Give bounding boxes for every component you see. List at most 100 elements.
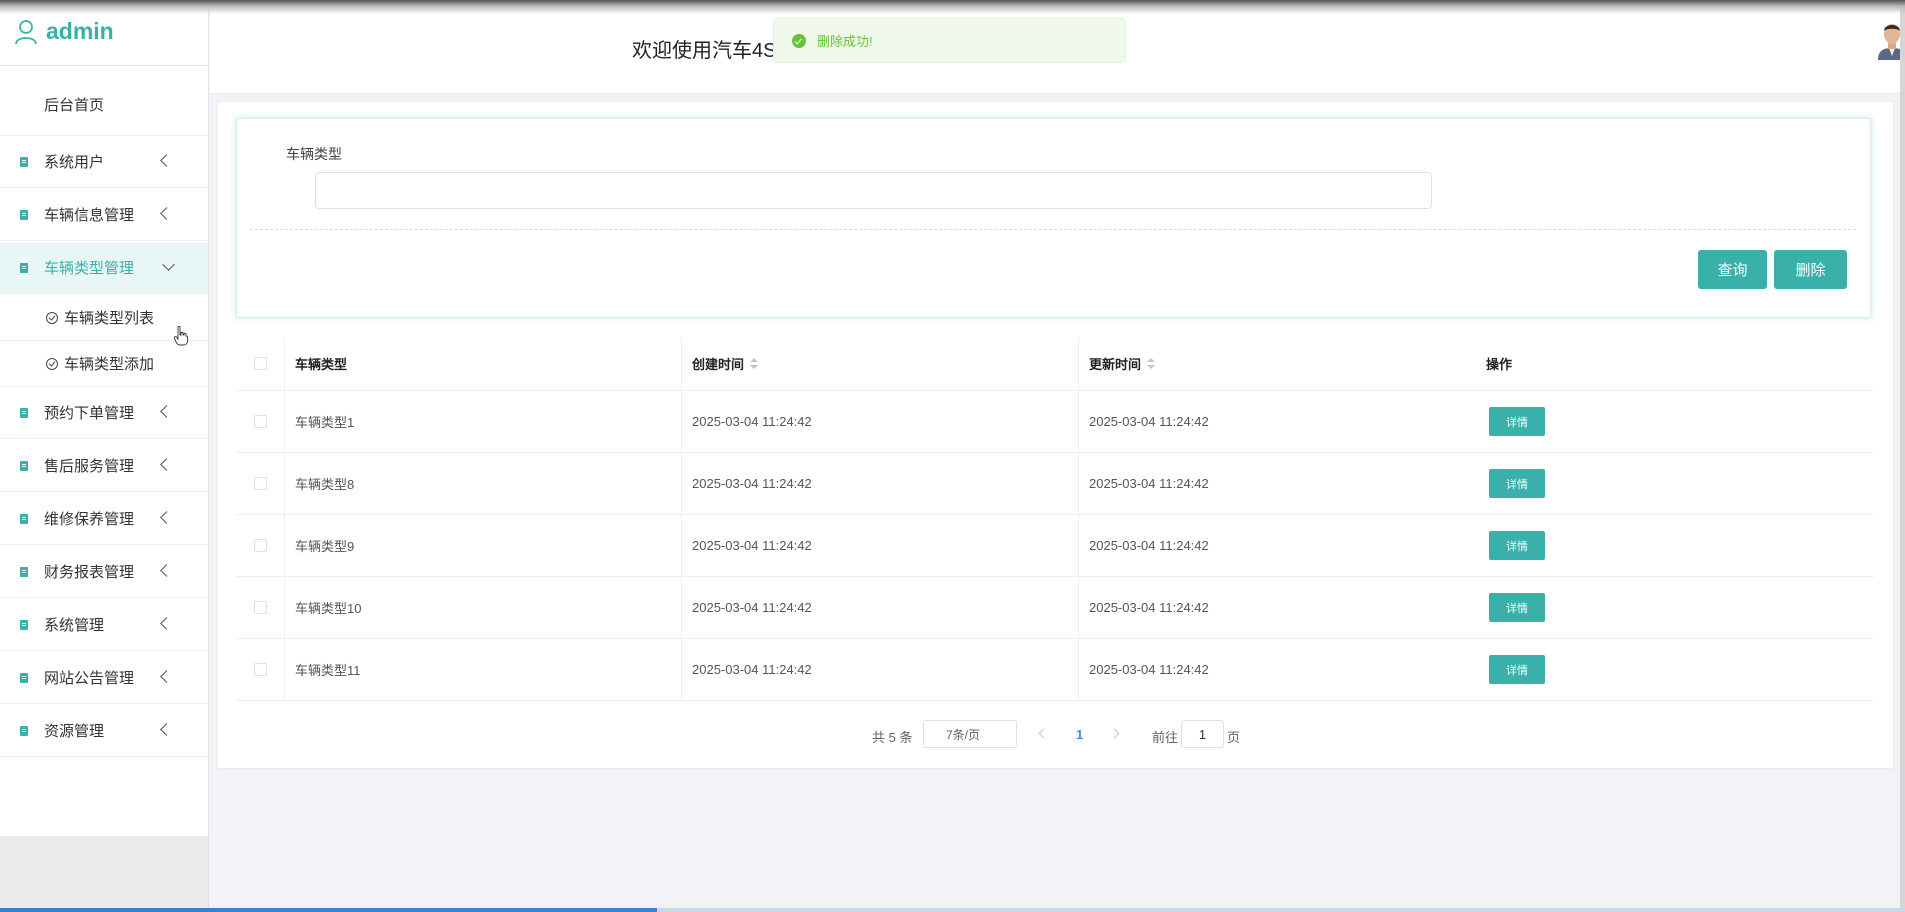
table-header-row: 车辆类型 创建时间 更新时间 操作 <box>236 337 1874 391</box>
page-size-select[interactable]: 7条/页 <box>923 720 1017 748</box>
search-form <box>236 118 1871 318</box>
sidebar-item-site-announcements[interactable]: 网站公告管理 <box>0 652 208 704</box>
row-checkbox-cell <box>236 515 285 576</box>
chevron-left-icon <box>160 617 173 630</box>
chevron-left-icon <box>160 458 173 471</box>
table-row[interactable]: 车辆类型8 2025-03-04 11:24:42 2025-03-04 11:24… <box>236 453 1874 515</box>
cell-created: 2025-03-04 11:24:42 <box>682 391 1079 452</box>
cell-created: 2025-03-04 11:24:42 <box>682 453 1079 514</box>
row-checkbox[interactable] <box>253 601 267 614</box>
check-circle-icon <box>46 357 58 370</box>
query-button[interactable]: 查询 <box>1698 250 1767 289</box>
cell-type: 车辆类型11 <box>285 639 682 700</box>
table-row[interactable]: 车辆类型11 2025-03-04 11:24:42 2025-03-04 11:2… <box>236 639 1874 701</box>
sidebar-item-after-sales[interactable]: 售后服务管理 <box>0 440 208 492</box>
row-checkbox[interactable] <box>253 663 267 676</box>
chevron-left-icon <box>160 670 173 683</box>
cell-updated: 2025-03-04 11:24:42 <box>1089 476 1209 491</box>
app-name: admin <box>46 18 114 44</box>
page-title: 欢迎使用汽车4S <box>632 40 777 62</box>
progress-fill <box>0 908 658 912</box>
column-header-type: 车辆类型 <box>285 337 682 390</box>
cell-action: 详情 <box>1476 639 1874 700</box>
column-header-action: 操作 <box>1486 357 1513 372</box>
table-row[interactable]: 车辆类型1 2025-03-04 11:24:42 2025-03-04 11:24… <box>236 391 1874 453</box>
row-checkbox-cell <box>236 391 285 452</box>
sidebar-subitem-label: 车辆类型列表 <box>64 310 155 327</box>
page-number[interactable]: 1 <box>1076 727 1083 742</box>
success-toast: 删除成功! <box>773 18 1126 63</box>
row-checkbox[interactable] <box>253 539 267 552</box>
cell-updated: 2025-03-04 11:24:42 <box>1089 600 1209 615</box>
document-icon <box>20 460 28 471</box>
cell-action: 详情 <box>1476 515 1874 576</box>
sidebar-footer <box>0 836 209 912</box>
row-checkbox[interactable] <box>253 477 267 490</box>
document-icon <box>20 566 28 577</box>
success-icon <box>792 34 806 48</box>
divider <box>0 65 209 66</box>
search-label: 车辆类型 <box>286 146 342 162</box>
detail-button[interactable]: 详情 <box>1489 469 1545 498</box>
pagination: 共 5 条 7条/页 1 前往 1 页 <box>0 720 1905 748</box>
sidebar-item-label: 后台首页 <box>44 97 105 114</box>
cell-action: 详情 <box>1476 391 1874 452</box>
detail-button[interactable]: 详情 <box>1489 593 1545 622</box>
sidebar-subitem-vehicle-type-add[interactable]: 车辆类型添加 <box>0 341 208 387</box>
goto-label: 前往 <box>1152 730 1179 745</box>
next-page-icon[interactable] <box>1109 728 1120 739</box>
hand-cursor-icon <box>174 326 188 346</box>
cell-created: 2025-03-04 11:24:42 <box>682 639 1079 700</box>
chevron-down-icon <box>162 258 175 271</box>
sidebar-item-label: 财务报表管理 <box>44 564 135 581</box>
sidebar-item-system-users[interactable]: 系统用户 <box>0 136 208 188</box>
check-circle-icon <box>46 311 58 324</box>
select-all-checkbox[interactable] <box>253 357 267 370</box>
detail-button[interactable]: 详情 <box>1489 531 1545 560</box>
goto-page-input[interactable]: 1 <box>1181 720 1224 748</box>
cell-updated: 2025-03-04 11:24:42 <box>1089 414 1209 429</box>
sidebar-item-label: 售后服务管理 <box>44 458 135 475</box>
total-count: 共 5 条 <box>872 730 913 745</box>
cell-action: 详情 <box>1476 577 1874 638</box>
sort-icon[interactable] <box>1147 357 1156 370</box>
vehicle-type-search-input[interactable] <box>315 172 1432 209</box>
document-icon <box>20 619 28 630</box>
sidebar-item-home[interactable]: 后台首页 <box>0 74 208 136</box>
sidebar-item-system-management[interactable]: 系统管理 <box>0 599 208 651</box>
cell-action: 详情 <box>1476 453 1874 514</box>
sidebar-item-label: 网站公告管理 <box>44 670 135 687</box>
delete-button[interactable]: 删除 <box>1774 250 1847 289</box>
chevron-left-icon <box>160 207 173 220</box>
sidebar-item-label: 维修保养管理 <box>44 511 135 528</box>
logo[interactable]: admin <box>14 18 114 45</box>
column-header-created[interactable]: 创建时间 <box>682 337 1079 390</box>
chevron-left-icon <box>160 564 173 577</box>
detail-button[interactable]: 详情 <box>1489 655 1545 684</box>
sort-icon[interactable] <box>750 357 759 370</box>
sidebar-item-maintenance[interactable]: 维修保养管理 <box>0 493 208 545</box>
sidebar-item-label: 车辆类型管理 <box>44 260 135 277</box>
chevron-left-icon <box>160 511 173 524</box>
sidebar-item-vehicle-info[interactable]: 车辆信息管理 <box>0 189 208 241</box>
sidebar-item-vehicle-type[interactable]: 车辆类型管理 <box>0 242 208 294</box>
toast-message: 删除成功! <box>817 34 873 49</box>
sidebar-subitem-label: 车辆类型添加 <box>64 356 155 373</box>
document-icon <box>20 407 28 418</box>
chevron-left-icon <box>160 405 173 418</box>
column-header-updated[interactable]: 更新时间 <box>1079 337 1476 390</box>
document-icon <box>20 672 28 683</box>
column-header-label: 创建时间 <box>692 357 745 372</box>
sidebar-item-label: 系统用户 <box>44 154 105 171</box>
prev-page-icon[interactable] <box>1038 728 1049 739</box>
row-checkbox-cell <box>236 577 285 638</box>
scrollbar[interactable] <box>1900 0 1905 912</box>
sidebar-item-booking-orders[interactable]: 预约下单管理 <box>0 387 208 439</box>
table-row[interactable]: 车辆类型9 2025-03-04 11:24:42 2025-03-04 11:24… <box>236 515 1874 577</box>
document-icon <box>20 156 28 167</box>
table-row[interactable]: 车辆类型10 2025-03-04 11:24:42 2025-03-04 11:2… <box>236 577 1874 639</box>
sidebar-item-finance-reports[interactable]: 财务报表管理 <box>0 546 208 598</box>
cell-type: 车辆类型9 <box>285 515 682 576</box>
detail-button[interactable]: 详情 <box>1489 407 1545 436</box>
row-checkbox[interactable] <box>253 415 267 428</box>
